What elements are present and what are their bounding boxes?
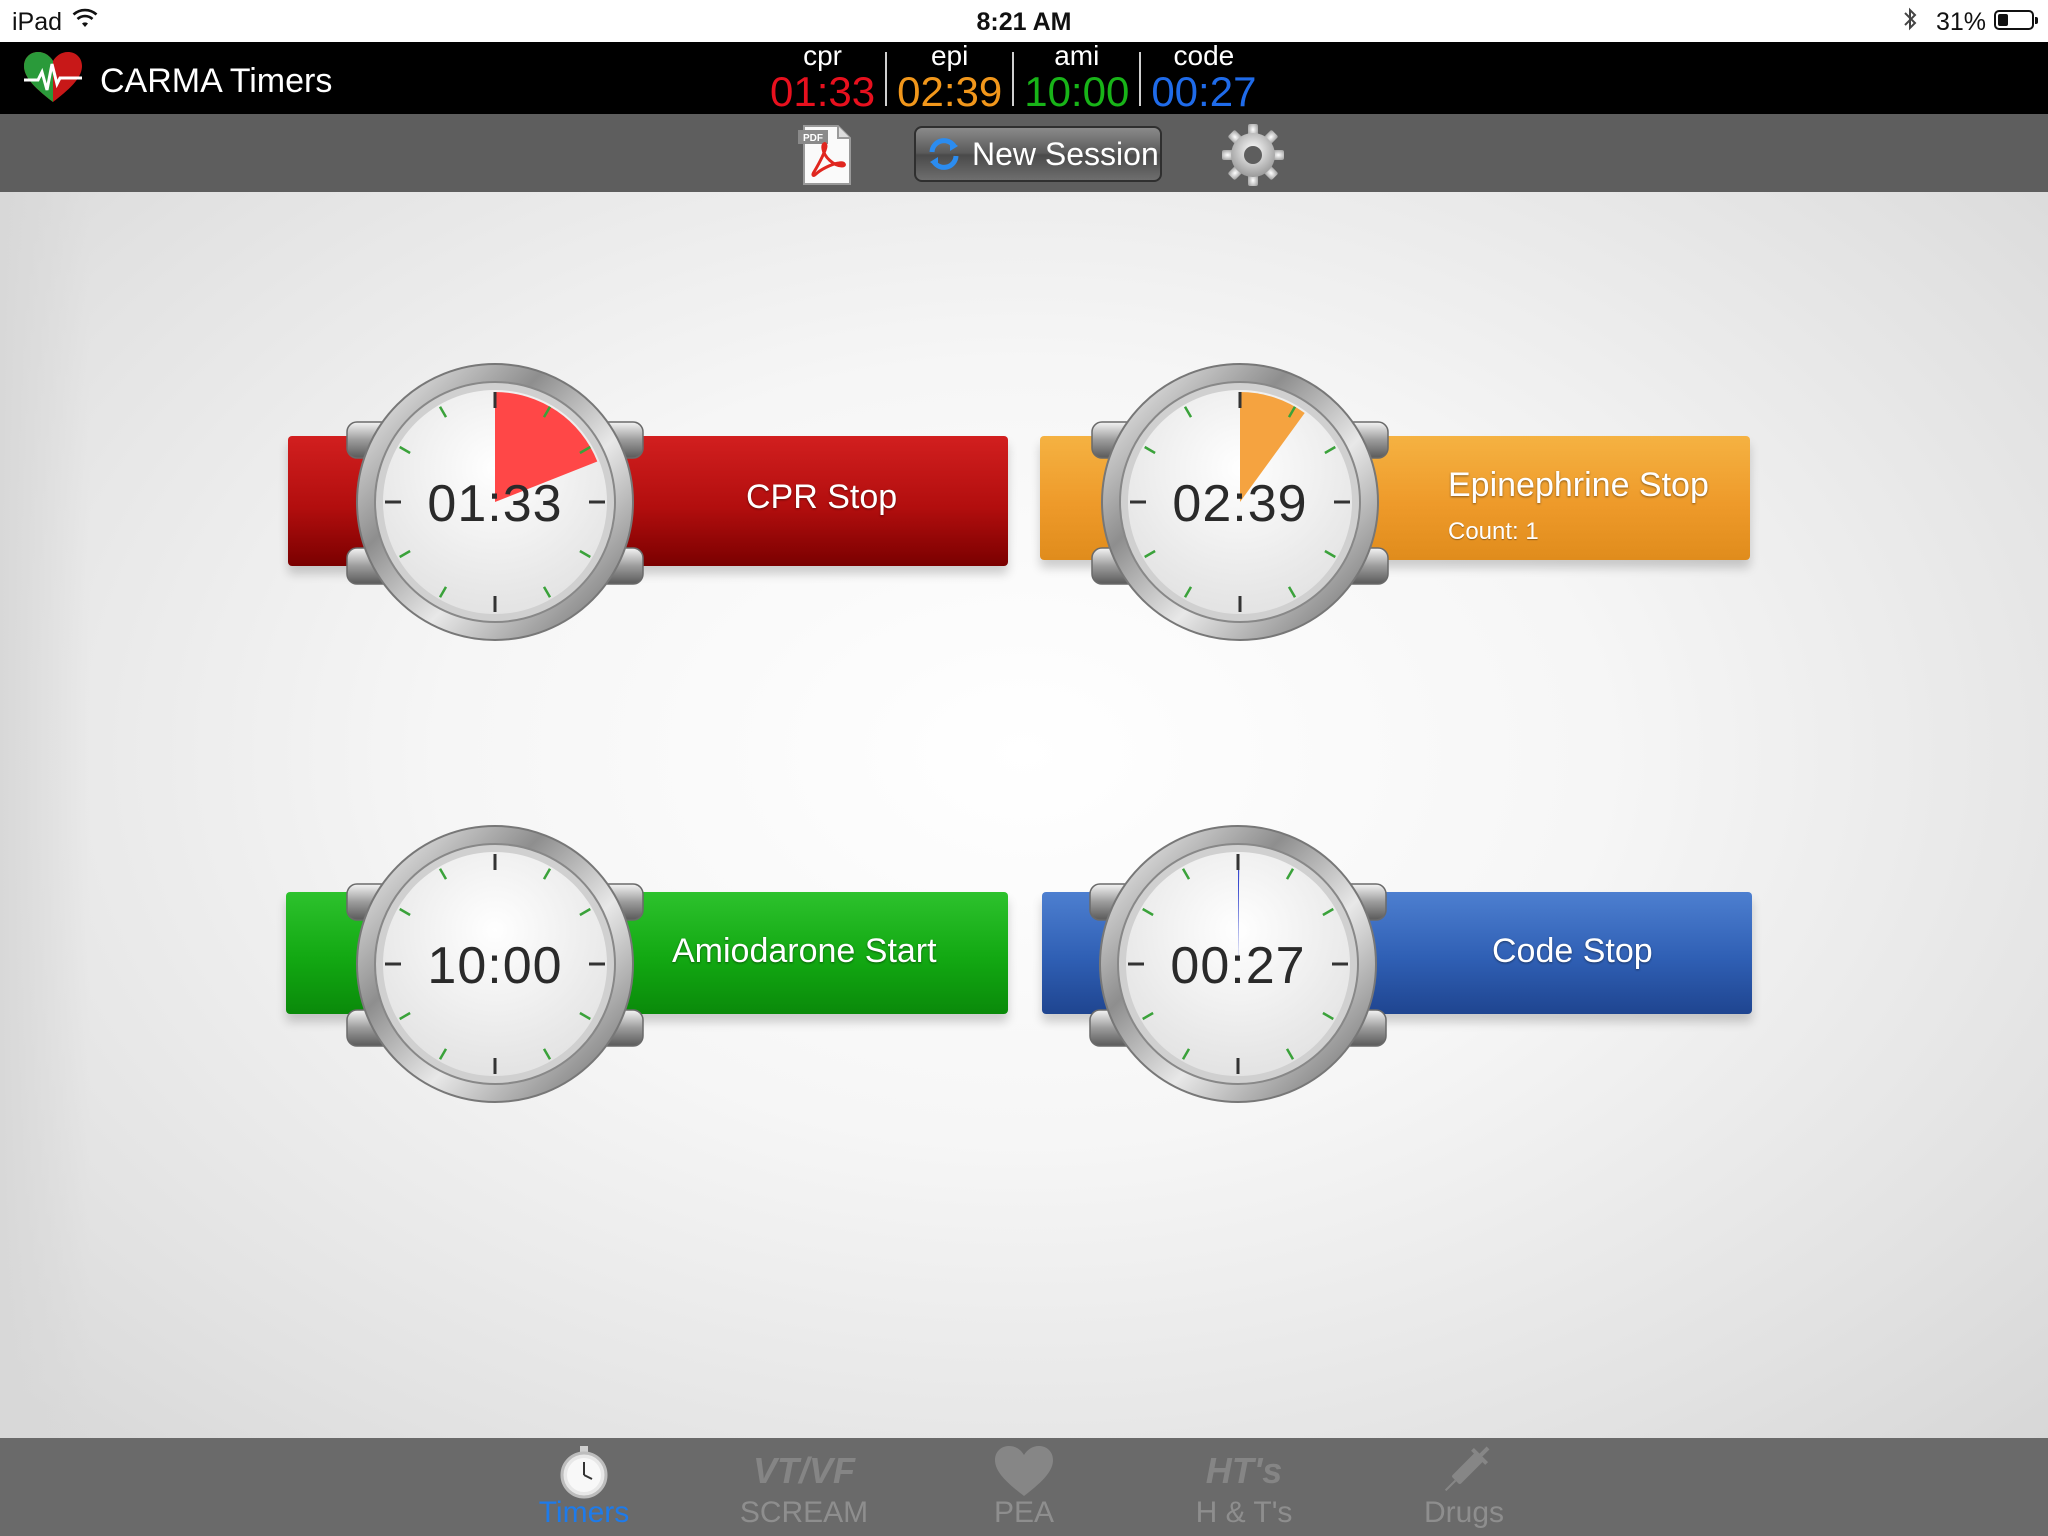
summary-code: code 00:27 bbox=[1139, 42, 1266, 114]
summary-epi: epi 02:39 bbox=[885, 42, 1012, 114]
gear-icon[interactable] bbox=[1220, 122, 1286, 188]
stopwatch-icon bbox=[560, 1446, 608, 1499]
tab-drugs[interactable]: Drugs bbox=[1384, 1438, 1544, 1536]
summary-epi-label: epi bbox=[930, 40, 969, 71]
vtvf-icon: VT/VF bbox=[752, 1450, 855, 1491]
syringe-icon bbox=[1444, 1446, 1490, 1492]
tab-pea-label: PEA bbox=[993, 1496, 1055, 1529]
code-readout: 00:27 bbox=[1170, 937, 1306, 995]
pdf-export-icon[interactable]: PDF bbox=[796, 124, 854, 186]
cpr-dial: 01:33 bbox=[345, 362, 645, 642]
toolbar: PDF New Session bbox=[0, 114, 2048, 192]
heart-logo-icon bbox=[24, 52, 82, 102]
status-bar: iPad 8:21 AM 31% bbox=[0, 0, 2048, 42]
new-session-button[interactable]: New Session bbox=[914, 126, 1162, 182]
amiodarone-start-label: Amiodarone Start bbox=[672, 932, 937, 970]
timers-panel: CPR Stop 01:33 Epinephrine Stop Count: 1… bbox=[0, 192, 2048, 1438]
hts-icon: HT's bbox=[1205, 1450, 1283, 1491]
ami-readout: 10:00 bbox=[427, 937, 563, 995]
tab-timers[interactable]: Timers bbox=[504, 1438, 664, 1536]
code-dial: 00:27 bbox=[1088, 824, 1388, 1104]
bluetooth-icon bbox=[1902, 6, 1918, 39]
new-session-label: New Session bbox=[972, 135, 1159, 172]
summary-ami-value: 10:00 bbox=[1024, 68, 1130, 115]
summary-cpr-value: 01:33 bbox=[770, 68, 876, 115]
refresh-icon bbox=[929, 138, 959, 170]
battery-icon bbox=[1994, 10, 2038, 30]
summary-ami: ami 10:00 bbox=[1012, 42, 1139, 114]
summary-code-label: code bbox=[1173, 40, 1235, 71]
tab-hts[interactable]: HT's H & T's bbox=[1164, 1438, 1324, 1536]
summary-ami-label: ami bbox=[1054, 40, 1100, 71]
ami-dial: 10:00 bbox=[345, 824, 645, 1104]
epi-readout: 02:39 bbox=[1172, 475, 1308, 533]
tab-hts-label: H & T's bbox=[1195, 1496, 1293, 1529]
app-title: CARMA Timers bbox=[100, 62, 333, 100]
cpr-stop-label: CPR Stop bbox=[746, 478, 898, 516]
app-header: CARMA Timers cpr 01:33 epi 02:39 ami 10:… bbox=[0, 42, 2048, 114]
tab-scream[interactable]: VT/VF SCREAM bbox=[724, 1438, 884, 1536]
tab-scream-label: SCREAM bbox=[739, 1496, 869, 1529]
tab-bar: Timers VT/VF SCREAM PEA HT's H & T's Dru… bbox=[0, 1438, 2048, 1536]
code-stop-label: Code Stop bbox=[1492, 932, 1653, 970]
summary-cpr-label: cpr bbox=[803, 40, 842, 71]
summary-code-value: 00:27 bbox=[1151, 68, 1257, 115]
tab-pea[interactable]: PEA bbox=[944, 1438, 1104, 1536]
cpr-readout: 01:33 bbox=[427, 475, 563, 533]
heart-icon bbox=[995, 1446, 1053, 1496]
pdf-badge: PDF bbox=[803, 133, 823, 144]
tab-drugs-label: Drugs bbox=[1423, 1496, 1505, 1529]
summary-timers: cpr 01:33 epi 02:39 ami 10:00 code 00:27 bbox=[760, 42, 1266, 114]
clock: 8:21 AM bbox=[976, 8, 1072, 36]
battery-percent: 31% bbox=[1935, 8, 1986, 36]
tab-timers-label: Timers bbox=[538, 1496, 630, 1529]
summary-cpr: cpr 01:33 bbox=[760, 42, 885, 114]
summary-epi-value: 02:39 bbox=[897, 68, 1003, 115]
epinephrine-count: Count: 1 bbox=[1448, 518, 1539, 545]
epi-dial: 02:39 bbox=[1090, 362, 1390, 642]
epinephrine-stop-label: Epinephrine Stop bbox=[1448, 466, 1709, 504]
